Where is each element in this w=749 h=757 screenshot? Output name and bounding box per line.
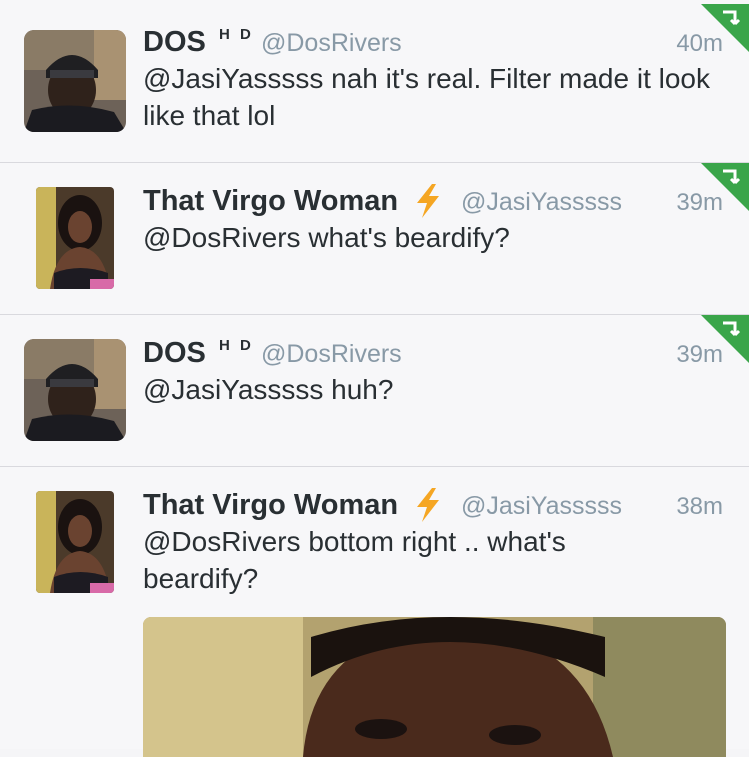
- timestamp: 38m: [676, 493, 723, 520]
- avatar-dos[interactable]: [24, 339, 126, 441]
- tweet-1[interactable]: DOS H D @DosRivers 40m @JasiYasssss nah …: [0, 0, 749, 163]
- username-handle[interactable]: @JasiYasssss: [461, 188, 622, 217]
- display-name[interactable]: That Virgo Woman: [143, 185, 398, 218]
- retweet-corner-icon: [701, 315, 749, 363]
- tweet-text: @DosRivers bottom right .. what's beardi…: [143, 526, 566, 594]
- username-handle[interactable]: @JasiYasssss: [461, 492, 622, 521]
- avatar-dos[interactable]: [24, 30, 126, 132]
- username-handle[interactable]: @DosRivers: [261, 29, 402, 58]
- tweet-text: @JasiYasssss huh?: [143, 374, 394, 405]
- retweet-corner-icon: [701, 4, 749, 52]
- tweet-text: @DosRivers what's beardify?: [143, 222, 510, 253]
- retweet-corner-icon: [701, 163, 749, 211]
- timeline-feed: DOS H D @DosRivers 40m @JasiYasssss nah …: [0, 0, 749, 757]
- tweet-text: @JasiYasssss nah it's real. Filter made …: [143, 63, 710, 131]
- display-name[interactable]: DOS: [143, 337, 206, 370]
- tweet-2[interactable]: That Virgo Woman @JasiYasssss 39m @DosRi…: [0, 163, 749, 315]
- tweet-3[interactable]: DOS H D @DosRivers 39m @JasiYasssss huh?: [0, 315, 749, 467]
- display-name[interactable]: DOS: [143, 26, 206, 59]
- username-handle[interactable]: @DosRivers: [261, 340, 402, 369]
- hd-badge: H D: [219, 337, 254, 354]
- avatar-virgo[interactable]: [36, 187, 114, 289]
- lightning-bolt-icon: [417, 488, 439, 522]
- avatar-virgo[interactable]: [36, 491, 114, 593]
- hd-badge: H D: [219, 26, 254, 43]
- display-name[interactable]: That Virgo Woman: [143, 489, 398, 522]
- selfie-photo[interactable]: [143, 617, 726, 757]
- lightning-bolt-icon: [417, 184, 439, 218]
